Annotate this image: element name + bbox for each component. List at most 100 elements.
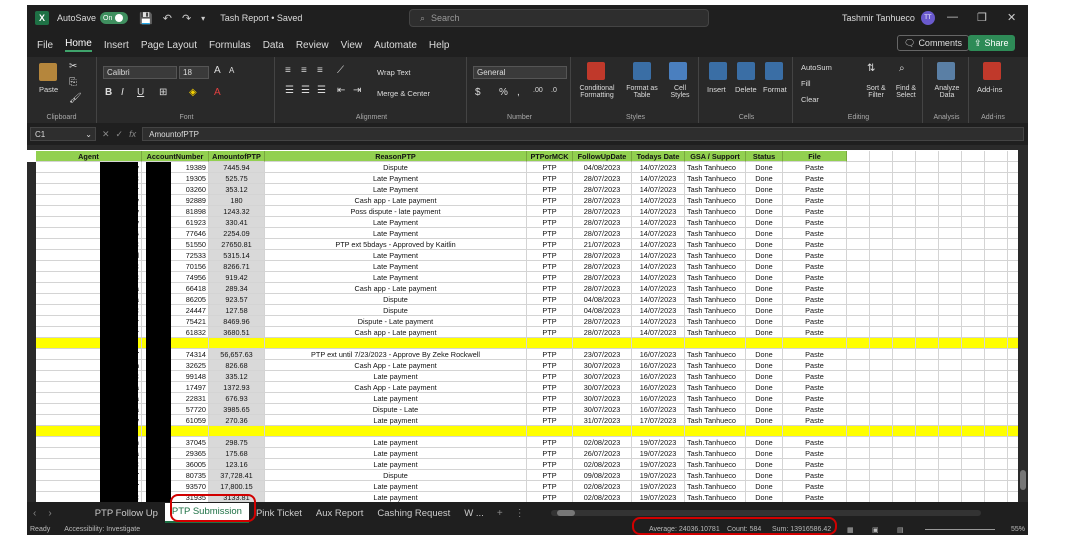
empty-cell[interactable] — [916, 305, 939, 316]
cell-follow-up-date[interactable]: 02/08/2023 — [573, 492, 632, 502]
format-painter-icon[interactable]: 🖌 — [69, 93, 82, 104]
empty-cell[interactable] — [939, 393, 962, 404]
cell-file[interactable]: Paste — [783, 349, 847, 360]
row-header[interactable] — [27, 415, 36, 426]
empty-cell[interactable] — [985, 349, 1008, 360]
empty-cell[interactable] — [985, 437, 1008, 448]
increase-decimal-icon[interactable]: .00 — [533, 87, 543, 94]
cell-reason-ptp[interactable]: PTP ext until 7/23/2023 - Approve By Zek… — [265, 349, 527, 360]
menu-formulas[interactable]: Formulas — [209, 40, 251, 51]
empty-cell[interactable] — [939, 239, 962, 250]
empty-cell[interactable] — [870, 195, 893, 206]
row-header[interactable] — [27, 360, 36, 371]
cell-file[interactable]: Paste — [783, 459, 847, 470]
empty-cell[interactable] — [962, 316, 985, 327]
empty-cell[interactable] — [962, 393, 985, 404]
cell-gsa-support[interactable]: Tash.Tanhueco — [685, 481, 746, 492]
header-follow-up-date[interactable]: FollowUpDate — [573, 151, 632, 162]
empty-cell[interactable] — [870, 151, 893, 162]
underline-icon[interactable]: U — [137, 87, 144, 98]
cell-file[interactable]: Paste — [783, 162, 847, 173]
cell-amount-of-ptp[interactable]: 270.36 — [209, 415, 265, 426]
separator-cell[interactable] — [962, 426, 985, 437]
cell-status[interactable]: Done — [746, 217, 783, 228]
sort-filter-icon[interactable]: ⇅ — [867, 63, 875, 74]
empty-cell[interactable] — [870, 492, 893, 502]
empty-cell[interactable] — [962, 360, 985, 371]
name-box[interactable]: C1 ⌄ — [30, 127, 96, 141]
next-sheet-icon[interactable]: › — [48, 508, 51, 519]
cell-gsa-support[interactable]: Tash Tanhueco — [685, 327, 746, 338]
cell-amount-of-ptp[interactable]: 919.42 — [209, 272, 265, 283]
empty-cell[interactable] — [847, 305, 870, 316]
comments-button[interactable]: 🗨 Comments — [897, 35, 969, 51]
empty-cell[interactable] — [1008, 250, 1018, 261]
row-header[interactable] — [27, 173, 36, 184]
empty-cell[interactable] — [893, 206, 916, 217]
cell-gsa-support[interactable]: Tash Tanhueco — [685, 283, 746, 294]
empty-cell[interactable] — [1008, 415, 1018, 426]
empty-cell[interactable] — [939, 151, 962, 162]
cell-status[interactable]: Done — [746, 459, 783, 470]
cell-status[interactable]: Done — [746, 195, 783, 206]
empty-cell[interactable] — [1008, 360, 1018, 371]
empty-cell[interactable] — [893, 151, 916, 162]
zoom-slider[interactable] — [925, 529, 995, 530]
empty-cell[interactable] — [1008, 459, 1018, 470]
empty-cell[interactable] — [939, 228, 962, 239]
row-header[interactable] — [27, 349, 36, 360]
empty-cell[interactable] — [985, 217, 1008, 228]
empty-cell[interactable] — [870, 404, 893, 415]
menu-home[interactable]: Home — [65, 38, 92, 52]
cell-gsa-support[interactable] — [685, 338, 746, 349]
empty-cell[interactable] — [985, 316, 1008, 327]
copy-icon[interactable]: ⎘ — [69, 77, 77, 88]
empty-cell[interactable] — [870, 217, 893, 228]
empty-cell[interactable] — [870, 459, 893, 470]
empty-cell[interactable] — [916, 261, 939, 272]
separator-cell[interactable] — [1008, 338, 1018, 349]
empty-cell[interactable] — [962, 349, 985, 360]
cell-status[interactable]: Done — [746, 173, 783, 184]
sheet-tab-w[interactable]: W ... — [457, 508, 491, 519]
cell-follow-up-date[interactable]: 31/07/2023 — [573, 415, 632, 426]
scroll-thumb[interactable] — [1020, 470, 1026, 490]
cell-file[interactable]: Paste — [783, 415, 847, 426]
empty-cell[interactable] — [847, 261, 870, 272]
cell-todays-date[interactable]: 16/07/2023 — [632, 349, 685, 360]
row-header[interactable] — [27, 393, 36, 404]
cell-reason-ptp[interactable]: Dispute - Late payment — [265, 316, 527, 327]
enter-icon[interactable]: ✓ — [116, 129, 124, 140]
cell-follow-up-date[interactable]: 28/07/2023 — [573, 173, 632, 184]
empty-cell[interactable] — [985, 459, 1008, 470]
delete-cells-icon[interactable] — [737, 62, 755, 80]
empty-cell[interactable] — [916, 349, 939, 360]
empty-cell[interactable] — [985, 250, 1008, 261]
accessibility-status[interactable]: Accessibility: Investigate — [64, 526, 140, 533]
cell-status[interactable]: Done — [746, 470, 783, 481]
page-layout-icon[interactable]: ▣ — [872, 526, 879, 534]
cell-gsa-support[interactable]: Tash Tanhueco — [685, 228, 746, 239]
empty-cell[interactable] — [916, 404, 939, 415]
sheet-tab-pink-ticket[interactable]: Pink Ticket — [249, 508, 309, 519]
cell-reason-ptp[interactable]: Late payment — [265, 481, 527, 492]
number-format-select[interactable]: General — [473, 66, 567, 79]
empty-cell[interactable] — [962, 184, 985, 195]
cell-file[interactable]: Paste — [783, 206, 847, 217]
empty-cell[interactable] — [1008, 173, 1018, 184]
empty-cell[interactable] — [939, 206, 962, 217]
cell-reason-ptp[interactable]: Late Payment — [265, 228, 527, 239]
menu-insert[interactable]: Insert — [104, 40, 129, 51]
empty-cell[interactable] — [1008, 404, 1018, 415]
cell-status[interactable]: Done — [746, 481, 783, 492]
cell-status[interactable]: Done — [746, 393, 783, 404]
menu-file[interactable]: File — [37, 40, 53, 51]
empty-cell[interactable] — [916, 459, 939, 470]
empty-cell[interactable] — [916, 283, 939, 294]
cell-reason-ptp[interactable]: Late Payment — [265, 184, 527, 195]
cell-gsa-support[interactable]: Tash Tanhueco — [685, 393, 746, 404]
cell-gsa-support[interactable]: Tash Tanhueco — [685, 261, 746, 272]
empty-cell[interactable] — [893, 250, 916, 261]
cell-reason-ptp[interactable] — [265, 426, 527, 437]
cell-todays-date[interactable]: 14/07/2023 — [632, 239, 685, 250]
